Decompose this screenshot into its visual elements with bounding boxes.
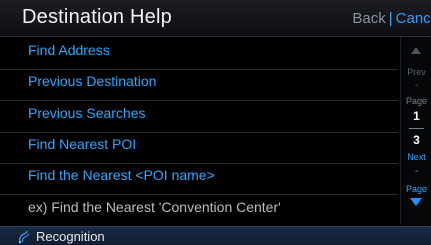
current-page-number: 1 bbox=[413, 109, 420, 123]
list-item-label: Previous Searches bbox=[28, 105, 146, 121]
list-item-find-address[interactable]: Find Address bbox=[0, 37, 398, 70]
status-bar: Recognition bbox=[0, 226, 431, 245]
scroll-down-icon[interactable] bbox=[410, 198, 422, 206]
scroll-up-icon[interactable] bbox=[411, 47, 421, 54]
list-item-label: Previous Destination bbox=[28, 73, 157, 89]
next-dash: - bbox=[414, 166, 419, 177]
back-button[interactable]: Back bbox=[352, 10, 385, 27]
prev-dash: - bbox=[414, 80, 419, 91]
list-item-previous-searches[interactable]: Previous Searches bbox=[0, 100, 398, 133]
list-item-label: Find Address bbox=[28, 42, 110, 58]
header-buttons: Back|Cance bbox=[352, 10, 431, 27]
prev-page-label[interactable]: Prev bbox=[401, 67, 431, 77]
list-item-find-nearest-poi[interactable]: Find Nearest POI bbox=[0, 131, 398, 164]
list-item-label: Find Nearest POI bbox=[28, 136, 137, 152]
page-label: Page bbox=[405, 96, 428, 106]
header-bar: Destination Help Back|Cance bbox=[0, 0, 431, 37]
total-page-number: 3 bbox=[413, 133, 420, 147]
list-item-example: ex) Find the Nearest 'Convention Center' bbox=[0, 194, 398, 227]
cancel-button[interactable]: Cance bbox=[396, 10, 431, 27]
header-separator: | bbox=[388, 10, 393, 27]
next-page-word[interactable]: Page bbox=[401, 184, 431, 194]
next-page-label[interactable]: Next bbox=[401, 152, 431, 162]
example-text: ex) Find the Nearest 'Convention Center' bbox=[28, 199, 281, 215]
destination-help-screen: Destination Help Back|Cance Find Address… bbox=[0, 0, 431, 245]
recognition-status-label: Recognition bbox=[36, 229, 105, 244]
page-fraction-divider bbox=[409, 128, 424, 129]
voice-recognition-icon bbox=[18, 230, 30, 244]
list-item-previous-destination[interactable]: Previous Destination bbox=[0, 68, 398, 101]
list-item-label: Find the Nearest <POI name> bbox=[28, 167, 215, 183]
list-item-find-nearest-poi-name[interactable]: Find the Nearest <POI name> bbox=[0, 162, 398, 195]
page-scroll-pane: Prev - Page 1 3 Next - Page bbox=[400, 37, 431, 225]
page-title: Destination Help bbox=[22, 6, 172, 28]
